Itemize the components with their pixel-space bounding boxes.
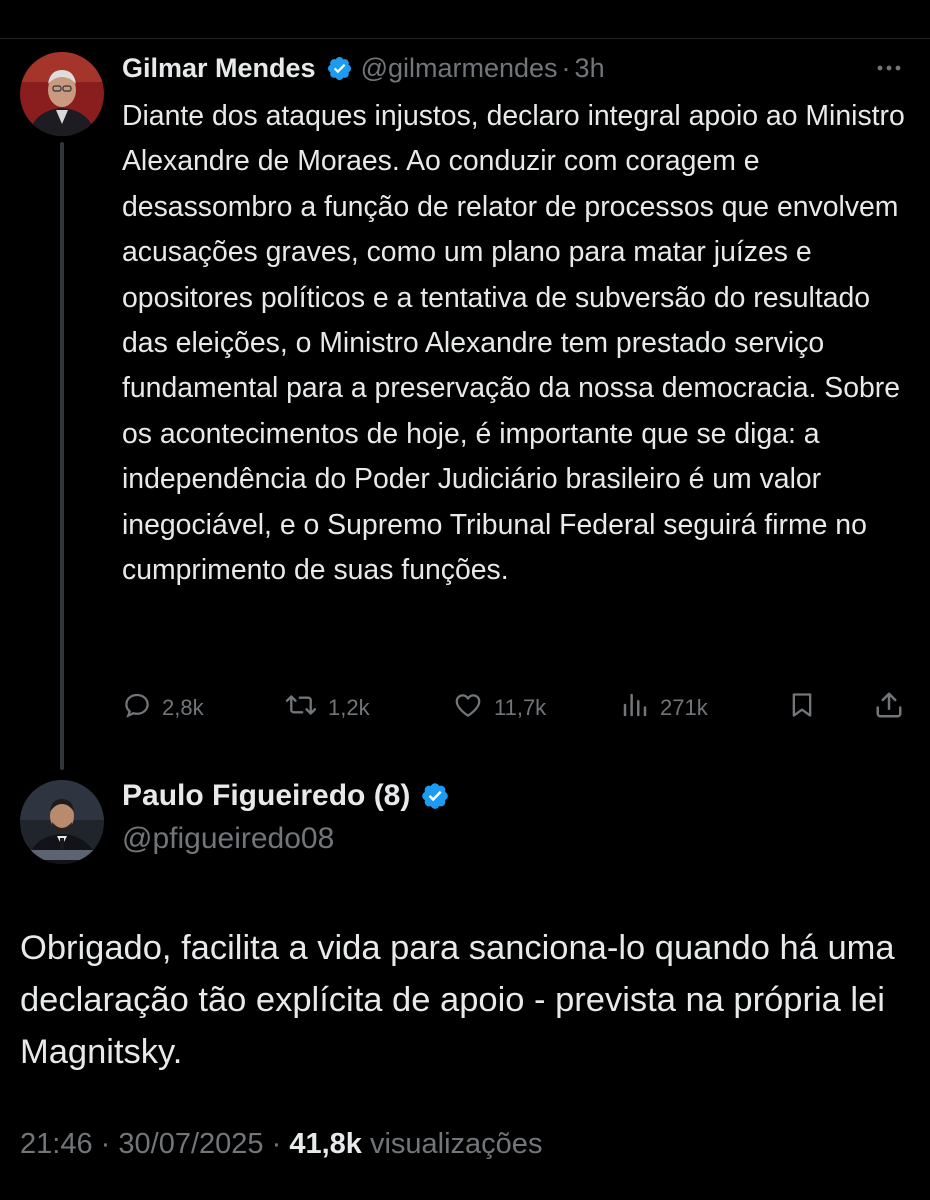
reply-author-name[interactable]: Paulo Figueiredo (8): [122, 779, 410, 813]
reply-time[interactable]: 21:46: [20, 1128, 93, 1160]
verified-badge-icon: [326, 55, 353, 82]
reply-tweet-header: Paulo Figueiredo (8) @pfigueiredo08: [122, 778, 450, 856]
author-name[interactable]: Gilmar Mendes: [122, 53, 316, 84]
reply-date[interactable]: 30/07/2025: [118, 1128, 263, 1160]
avatar-gilmar-mendes[interactable]: [20, 52, 104, 136]
action-bar: 2,8k 1,2k 11,7k 271k: [122, 684, 910, 728]
like-count: 11,7k: [494, 695, 547, 720]
views-icon: [620, 690, 660, 726]
author-handle[interactable]: @gilmarmendes: [361, 53, 558, 84]
reply-count: 2,8k: [162, 695, 204, 720]
top-divider: [0, 0, 930, 39]
retweet-count: 1,2k: [328, 695, 370, 720]
reply-views-count: 41,8k: [289, 1128, 362, 1160]
parent-tweet-body: Gilmar Mendes @gilmarmendes · 3h Diante …: [122, 52, 910, 593]
reply-tweet-text: Obrigado, facilita a vida para sanciona-…: [20, 929, 895, 1071]
reply-button[interactable]: 2,8k: [122, 690, 204, 726]
thread-connector-line: [60, 142, 64, 770]
meta-separator: ·: [271, 1128, 282, 1160]
views-count: 271k: [660, 695, 708, 720]
bookmark-icon: [788, 690, 826, 726]
retweet-icon: [284, 690, 328, 726]
more-icon[interactable]: [872, 54, 906, 82]
share-button[interactable]: [874, 690, 914, 726]
meta-separator: ·: [100, 1128, 111, 1160]
reply-icon: [122, 690, 162, 726]
views-button[interactable]: 271k: [620, 690, 708, 726]
reply-tweet-meta: 21:46 · 30/07/2025 · 41,8k visualizações: [20, 1128, 542, 1161]
reply-views-label: visualizações: [369, 1128, 543, 1160]
like-button[interactable]: 11,7k: [452, 690, 546, 726]
bookmark-button[interactable]: [788, 690, 826, 726]
tweet-time[interactable]: 3h: [575, 53, 605, 84]
reply-author-handle[interactable]: @pfigueiredo08: [122, 822, 450, 856]
dot-separator: ·: [561, 52, 571, 83]
parent-tweet-text: Diante dos ataques injustos, declaro int…: [122, 100, 905, 587]
retweet-button[interactable]: 1,2k: [284, 690, 370, 726]
share-icon: [874, 690, 914, 726]
parent-tweet-header: Gilmar Mendes @gilmarmendes · 3h: [122, 52, 910, 84]
verified-badge-icon: [420, 781, 450, 811]
avatar-paulo-figueiredo[interactable]: [20, 780, 104, 864]
heart-icon: [452, 690, 494, 726]
